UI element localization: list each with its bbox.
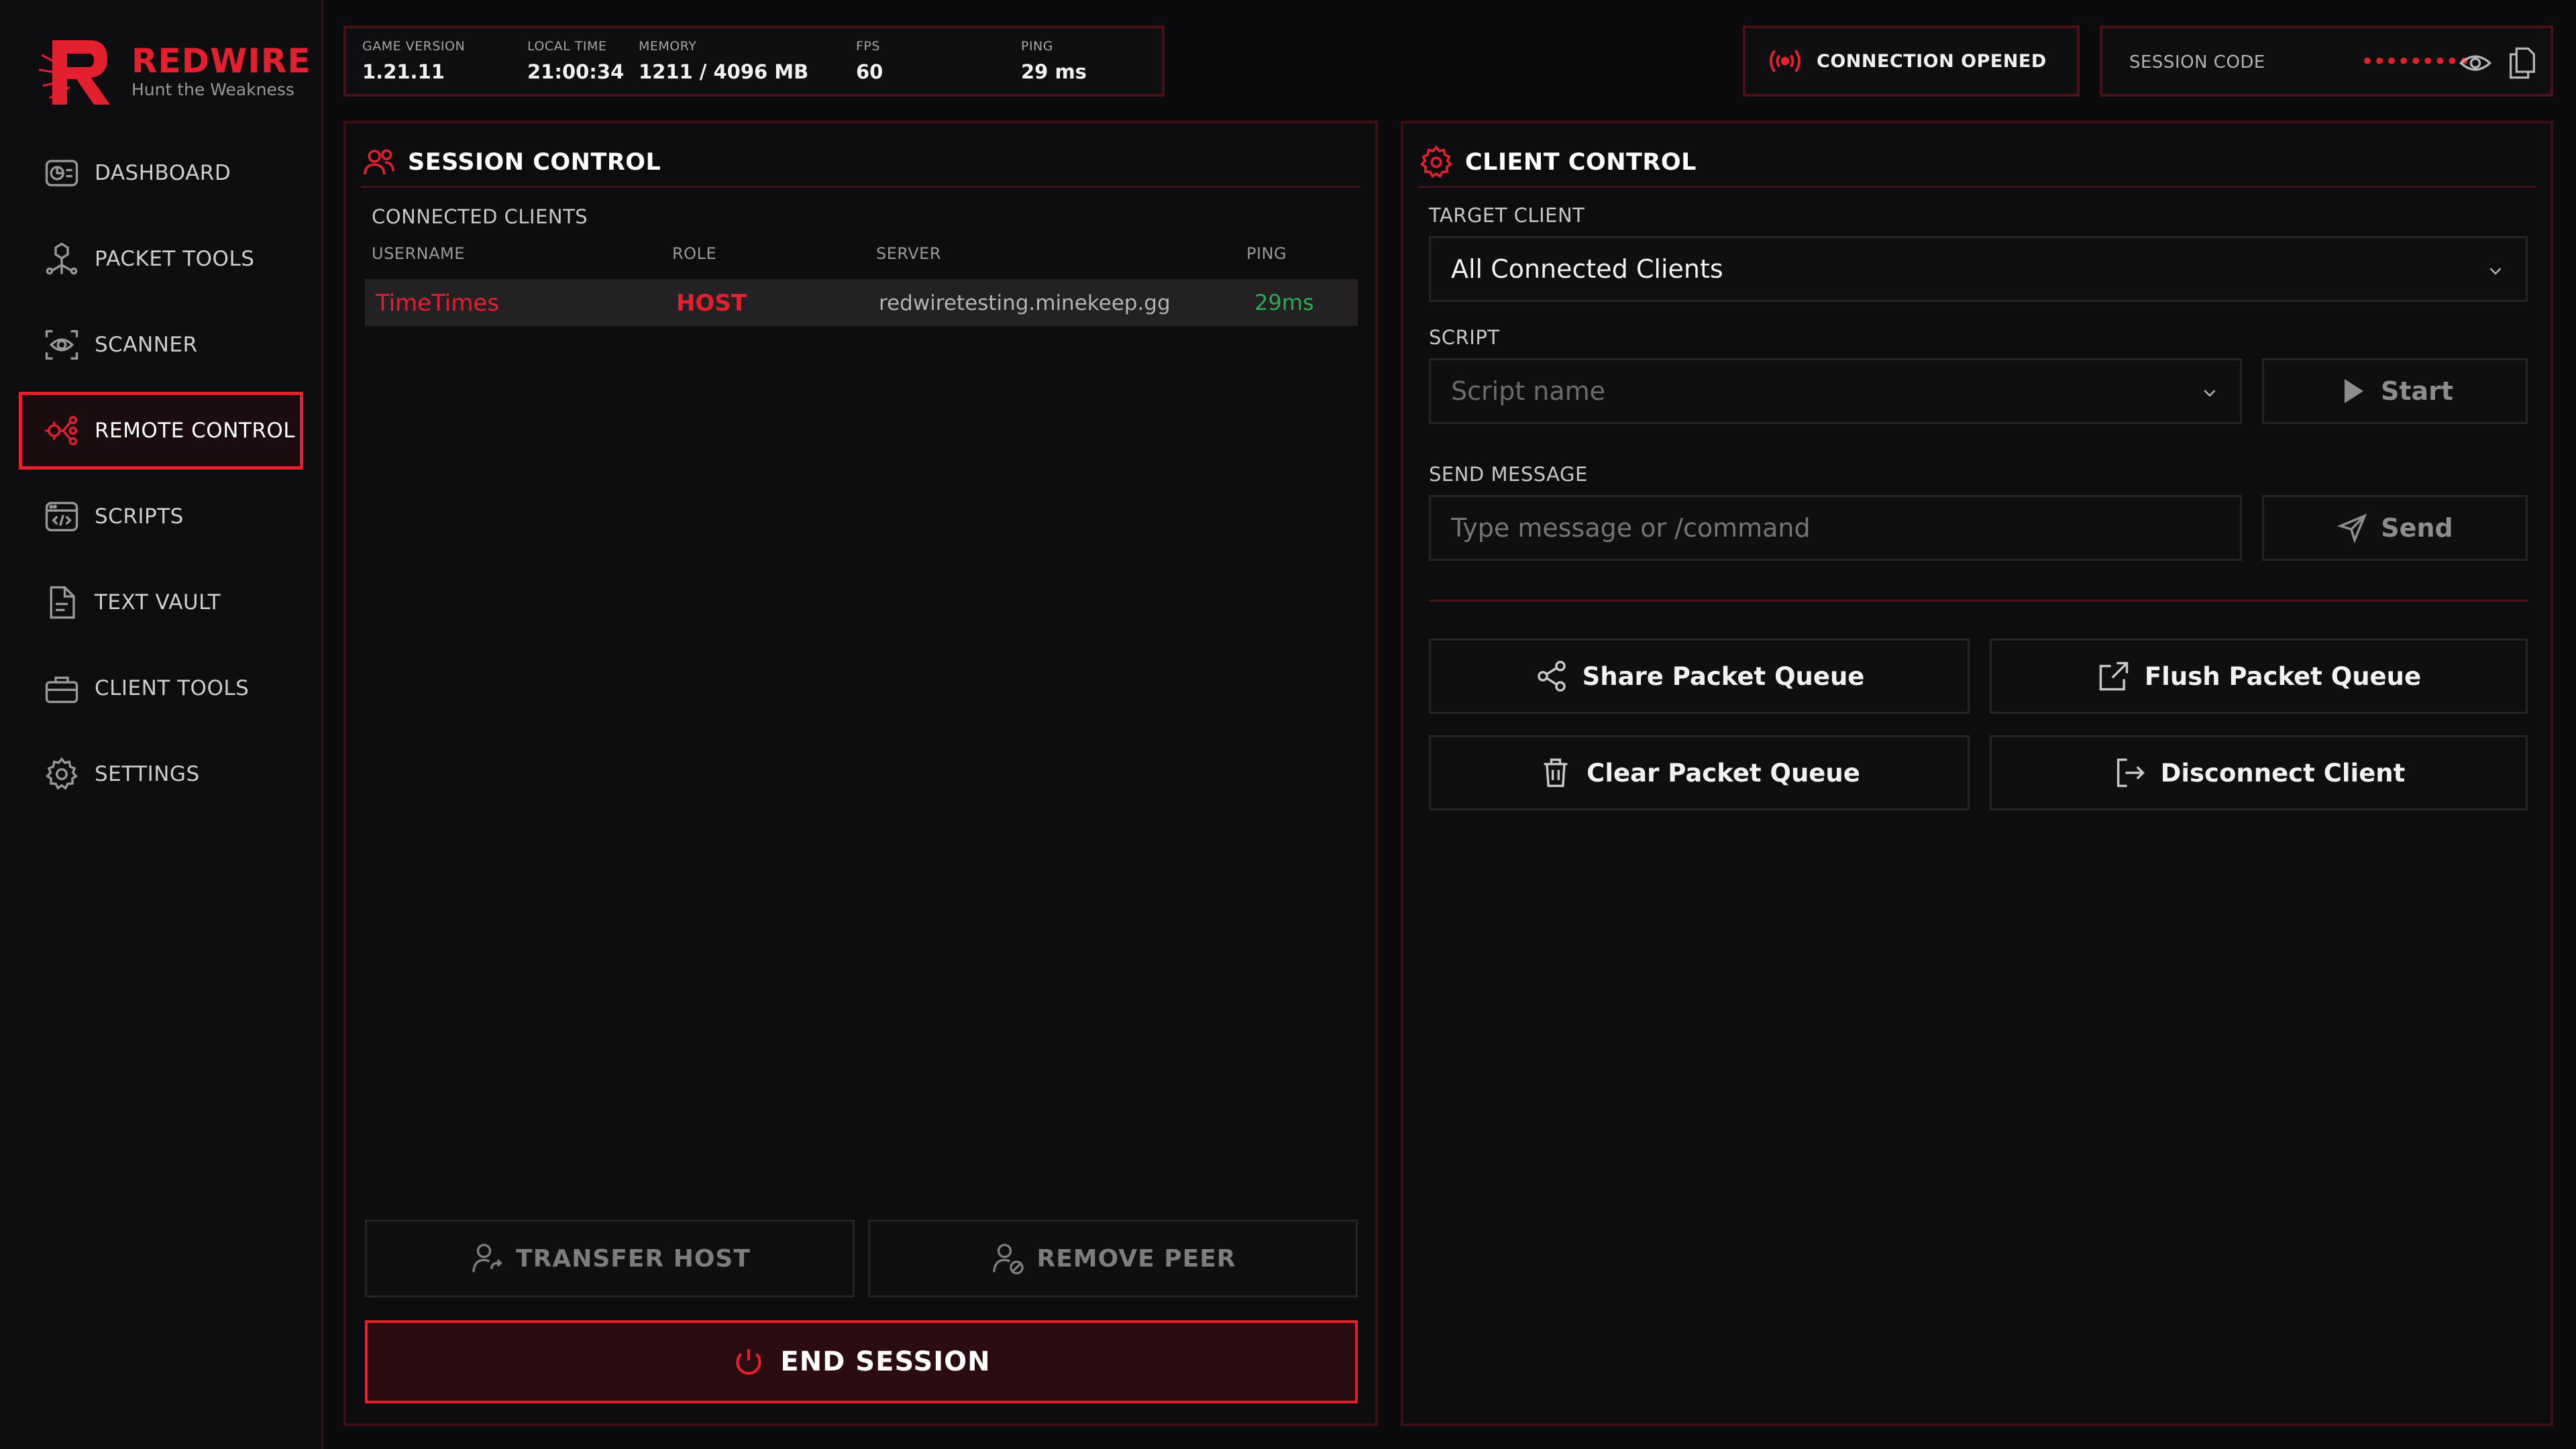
send-message-button[interactable]: Send	[2262, 495, 2528, 561]
user-gear-icon	[1419, 145, 1453, 178]
gear-icon	[46, 757, 78, 790]
trash-icon	[1544, 758, 1568, 788]
session-code-box: SESSION CODE •••••••••	[2100, 25, 2553, 97]
stat-local-time: LOCAL TIME 21:00:34	[527, 39, 625, 83]
send-message-label: SEND MESSAGE	[1429, 463, 1588, 486]
share-icon	[1537, 661, 1566, 692]
client-control-panel: CLIENT CONTROL TARGET CLIENT All Connect…	[1401, 121, 2553, 1426]
script-select[interactable]: Script name	[1429, 358, 2242, 424]
script-label: SCRIPT	[1429, 326, 1500, 349]
session-code-masked: •••••••••	[2361, 48, 2471, 75]
brand-name: REDWIRE	[131, 42, 311, 80]
sidebar-item-label: REMOTE CONTROL	[95, 419, 296, 443]
sidebar-item-label: TEXT VAULT	[95, 590, 221, 614]
chevron-down-icon	[2489, 268, 2502, 275]
connection-status: CONNECTION OPENED	[1743, 25, 2080, 97]
sidebar-item-scripts[interactable]: SCRIPTS	[19, 478, 303, 555]
client-control-header: CLIENT CONTROL	[1418, 138, 2536, 188]
system-stats-bar: GAME VERSION 1.21.11 LOCAL TIME 21:00:34…	[343, 25, 1165, 97]
send-icon	[2337, 513, 2367, 544]
column-header-ping: PING	[1246, 244, 1287, 263]
panel-title: SESSION CONTROL	[408, 148, 661, 176]
code-window-icon	[45, 502, 78, 531]
document-icon	[50, 586, 75, 619]
dashboard-icon	[45, 160, 78, 186]
share-packet-queue-button[interactable]: Share Packet Queue	[1429, 639, 1970, 714]
stat-memory: MEMORY 1211 / 4096 MB	[639, 39, 809, 83]
redwire-logo-icon	[38, 40, 110, 105]
message-input[interactable]	[1429, 495, 2242, 561]
panel-title: CLIENT CONTROL	[1465, 148, 1697, 176]
transfer-host-button[interactable]: TRANSFER HOST	[365, 1220, 855, 1297]
cell-username: TimeTimes	[376, 290, 500, 317]
clear-packet-queue-button[interactable]: Clear Packet Queue	[1429, 735, 1970, 810]
sidebar-item-label: SETTINGS	[95, 762, 200, 786]
sidebar-item-settings[interactable]: SETTINGS	[19, 735, 303, 813]
session-control-panel: SESSION CONTROL CONNECTED CLIENTS USERNA…	[343, 121, 1378, 1426]
logout-icon	[2116, 758, 2145, 788]
session-code-label: SESSION CODE	[2129, 52, 2265, 72]
remote-control-icon	[45, 416, 78, 445]
sidebar-item-label: DASHBOARD	[95, 161, 231, 185]
cell-ping: 29ms	[1254, 290, 1314, 315]
stat-fps: FPS 60	[856, 39, 883, 83]
flush-packet-queue-button[interactable]: Flush Packet Queue	[1990, 639, 2528, 714]
sidebar-item-client-tools[interactable]: CLIENT TOOLS	[19, 649, 303, 727]
power-icon	[736, 1349, 762, 1375]
copy-icon[interactable]	[2505, 46, 2540, 80]
column-header-role: ROLE	[672, 244, 717, 263]
sidebar-item-text-vault[interactable]: TEXT VAULT	[19, 564, 303, 641]
eye-icon[interactable]	[2458, 46, 2493, 80]
sidebar-item-packet-tools[interactable]: PACKET TOOLS	[19, 220, 303, 298]
cell-server: redwiretesting.minekeep.gg	[879, 291, 1171, 315]
stat-ping: PING 29 ms	[1021, 39, 1087, 83]
sidebar-item-remote-control[interactable]: REMOTE CONTROL	[19, 392, 303, 470]
play-icon	[2344, 379, 2363, 403]
sidebar-item-dashboard[interactable]: DASHBOARD	[19, 134, 303, 212]
disconnect-client-button[interactable]: Disconnect Client	[1990, 735, 2528, 810]
sidebar-item-label: SCRIPTS	[95, 504, 184, 529]
target-client-label: TARGET CLIENT	[1429, 204, 1585, 227]
network-icon	[46, 242, 78, 275]
section-divider	[1429, 600, 2528, 602]
column-header-username: USERNAME	[372, 244, 465, 263]
column-header-server: SERVER	[876, 244, 942, 263]
cell-role: HOST	[676, 290, 747, 317]
chevron-down-icon	[2204, 390, 2216, 397]
eye-scan-icon	[45, 330, 78, 360]
remove-peer-button[interactable]: REMOVE PEER	[868, 1220, 1358, 1297]
start-script-button[interactable]: Start	[2262, 358, 2528, 424]
broadcast-icon	[1769, 50, 1801, 72]
toolbox-icon	[45, 676, 78, 703]
user-transfer-icon	[472, 1244, 502, 1273]
users-icon	[363, 149, 395, 174]
brand-tagline: Hunt the Weakness	[131, 80, 294, 99]
table-row[interactable]: TimeTimes HOST redwiretesting.minekeep.g…	[365, 279, 1358, 326]
end-session-button[interactable]: END SESSION	[365, 1320, 1358, 1403]
sidebar: REDWIRE Hunt the Weakness DASHBOARD PACK…	[0, 0, 323, 1449]
connection-status-text: CONNECTION OPENED	[1817, 50, 2047, 72]
target-client-value: All Connected Clients	[1451, 254, 1723, 284]
sidebar-item-label: PACKET TOOLS	[95, 247, 255, 271]
brand-logo[interactable]: REDWIRE Hunt the Weakness	[38, 28, 311, 114]
sidebar-item-label: SCANNER	[95, 333, 198, 357]
session-control-header: SESSION CONTROL	[361, 138, 1360, 188]
connected-clients-label: CONNECTED CLIENTS	[372, 205, 588, 228]
script-placeholder: Script name	[1451, 376, 1606, 406]
sidebar-nav: DASHBOARD PACKET TOOLS SCANNER REMOTE CO…	[19, 134, 303, 821]
sidebar-item-scanner[interactable]: SCANNER	[19, 306, 303, 384]
stat-game-version: GAME VERSION 1.21.11	[362, 39, 466, 83]
external-link-icon	[2099, 661, 2129, 691]
user-remove-icon	[993, 1244, 1024, 1275]
sidebar-item-label: CLIENT TOOLS	[95, 676, 250, 700]
target-client-select[interactable]: All Connected Clients	[1429, 236, 2528, 302]
